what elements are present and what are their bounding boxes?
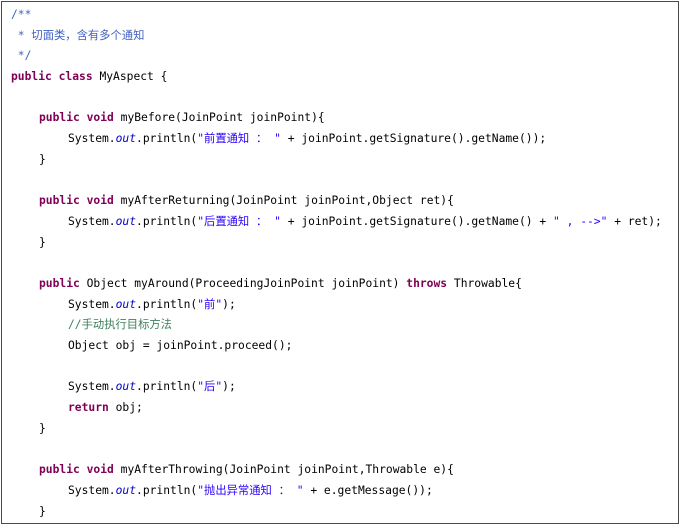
- code-token: .println(: [136, 297, 198, 311]
- static-field: out: [115, 380, 137, 394]
- closing-brace: }: [11, 502, 678, 523]
- method-mybefore-signature: public void myBefore(JoinPoint joinPoint…: [11, 108, 678, 129]
- java-code-block: /** * 切面类，含有多个通知 */ public class MyAspec…: [11, 5, 678, 522]
- method-signature: Object myAround(ProceedingJoinPoint join…: [79, 276, 407, 290]
- closing-brace: }: [11, 150, 678, 171]
- code-token: }: [39, 152, 46, 166]
- keyword: throws: [406, 276, 448, 290]
- method-signature: myAfterThrowing(JoinPoint joinPoint,Thro…: [113, 463, 454, 477]
- code-token: .println(: [136, 132, 198, 146]
- code-token: .println(: [136, 483, 198, 497]
- string-literal: " , -->": [553, 214, 608, 228]
- javadoc-close: */: [11, 49, 32, 63]
- code-token: + e.getMessage());: [303, 483, 433, 497]
- code-line: System.out.println("抛出异常通知 ： " + e.getMe…: [11, 481, 678, 502]
- keyword: void: [86, 194, 114, 208]
- code-line: System.out.println("后");: [11, 377, 678, 398]
- line-comment: //手动执行目标方法: [68, 318, 172, 332]
- code-token: }: [39, 421, 46, 435]
- method-signature: myBefore(JoinPoint joinPoint){: [113, 111, 325, 125]
- code-token: + joinPoint.getSignature().getName());: [280, 132, 547, 146]
- method-myafterreturning-signature: public void myAfterReturning(JoinPoint j…: [11, 191, 678, 212]
- string-literal: "前置通知 ： ": [197, 132, 281, 146]
- code-token: System.: [68, 483, 116, 497]
- method-myaround-signature: public Object myAround(ProceedingJoinPoi…: [11, 274, 678, 295]
- code-token: .println(: [136, 380, 198, 394]
- string-literal: "前": [197, 297, 223, 311]
- class-name: MyAspect {: [92, 70, 168, 84]
- code-line: /**: [11, 5, 678, 26]
- javadoc-open: /**: [11, 8, 32, 21]
- code-line: return obj;: [11, 398, 678, 419]
- string-literal: "抛出异常通知 ： ": [197, 483, 304, 497]
- code-token: }: [39, 235, 46, 249]
- static-field: out: [115, 132, 137, 146]
- code-line: System.out.println("后置通知 ： " + joinPoint…: [11, 212, 678, 233]
- keyword: public: [39, 276, 80, 290]
- code-token: .println(: [136, 214, 198, 228]
- code-screenshot-frame: /** * 切面类，含有多个通知 */ public class MyAspec…: [1, 1, 679, 524]
- static-field: out: [115, 483, 137, 497]
- keyword: public: [39, 194, 80, 208]
- code-token: System.: [68, 380, 116, 394]
- code-line: Object obj = joinPoint.proceed();: [11, 336, 678, 357]
- keyword: public: [11, 70, 52, 84]
- static-field: out: [115, 214, 137, 228]
- code-line: System.out.println("前置通知 ： " + joinPoint…: [11, 129, 678, 150]
- keyword: return: [68, 401, 109, 415]
- closing-brace: }: [11, 419, 678, 440]
- method-myafterthrowing-signature: public void myAfterThrowing(JoinPoint jo…: [11, 460, 678, 481]
- javadoc-description: * 切面类，含有多个通知: [11, 28, 145, 42]
- keyword: void: [86, 111, 114, 125]
- code-token: );: [222, 380, 236, 394]
- code-token: obj;: [108, 401, 143, 415]
- code-token: + ret);: [607, 214, 662, 228]
- method-signature: myAfterReturning(JoinPoint joinPoint,Obj…: [113, 194, 454, 208]
- code-token: Object obj = joinPoint.proceed();: [68, 339, 293, 352]
- code-line: */: [11, 46, 678, 67]
- keyword: class: [58, 70, 93, 84]
- keyword: public: [39, 111, 80, 125]
- static-field: out: [115, 297, 137, 311]
- code-line: System.out.println("前");: [11, 295, 678, 316]
- string-literal: "后置通知 ： ": [197, 214, 281, 228]
- keyword: void: [86, 463, 114, 477]
- string-literal: "后": [197, 380, 223, 394]
- code-line: //手动执行目标方法: [11, 315, 678, 336]
- code-token: }: [39, 504, 46, 518]
- code-token: System.: [68, 214, 116, 228]
- closing-brace: }: [11, 233, 678, 254]
- code-token: + joinPoint.getSignature().getName() +: [280, 214, 553, 228]
- code-token: System.: [68, 132, 116, 146]
- code-line: * 切面类，含有多个通知: [11, 26, 678, 47]
- code-token: System.: [68, 297, 116, 311]
- keyword: public: [39, 463, 80, 477]
- code-token: );: [222, 297, 236, 311]
- code-token: Throwable{: [447, 276, 522, 290]
- class-declaration: public class MyAspect {: [11, 67, 678, 88]
